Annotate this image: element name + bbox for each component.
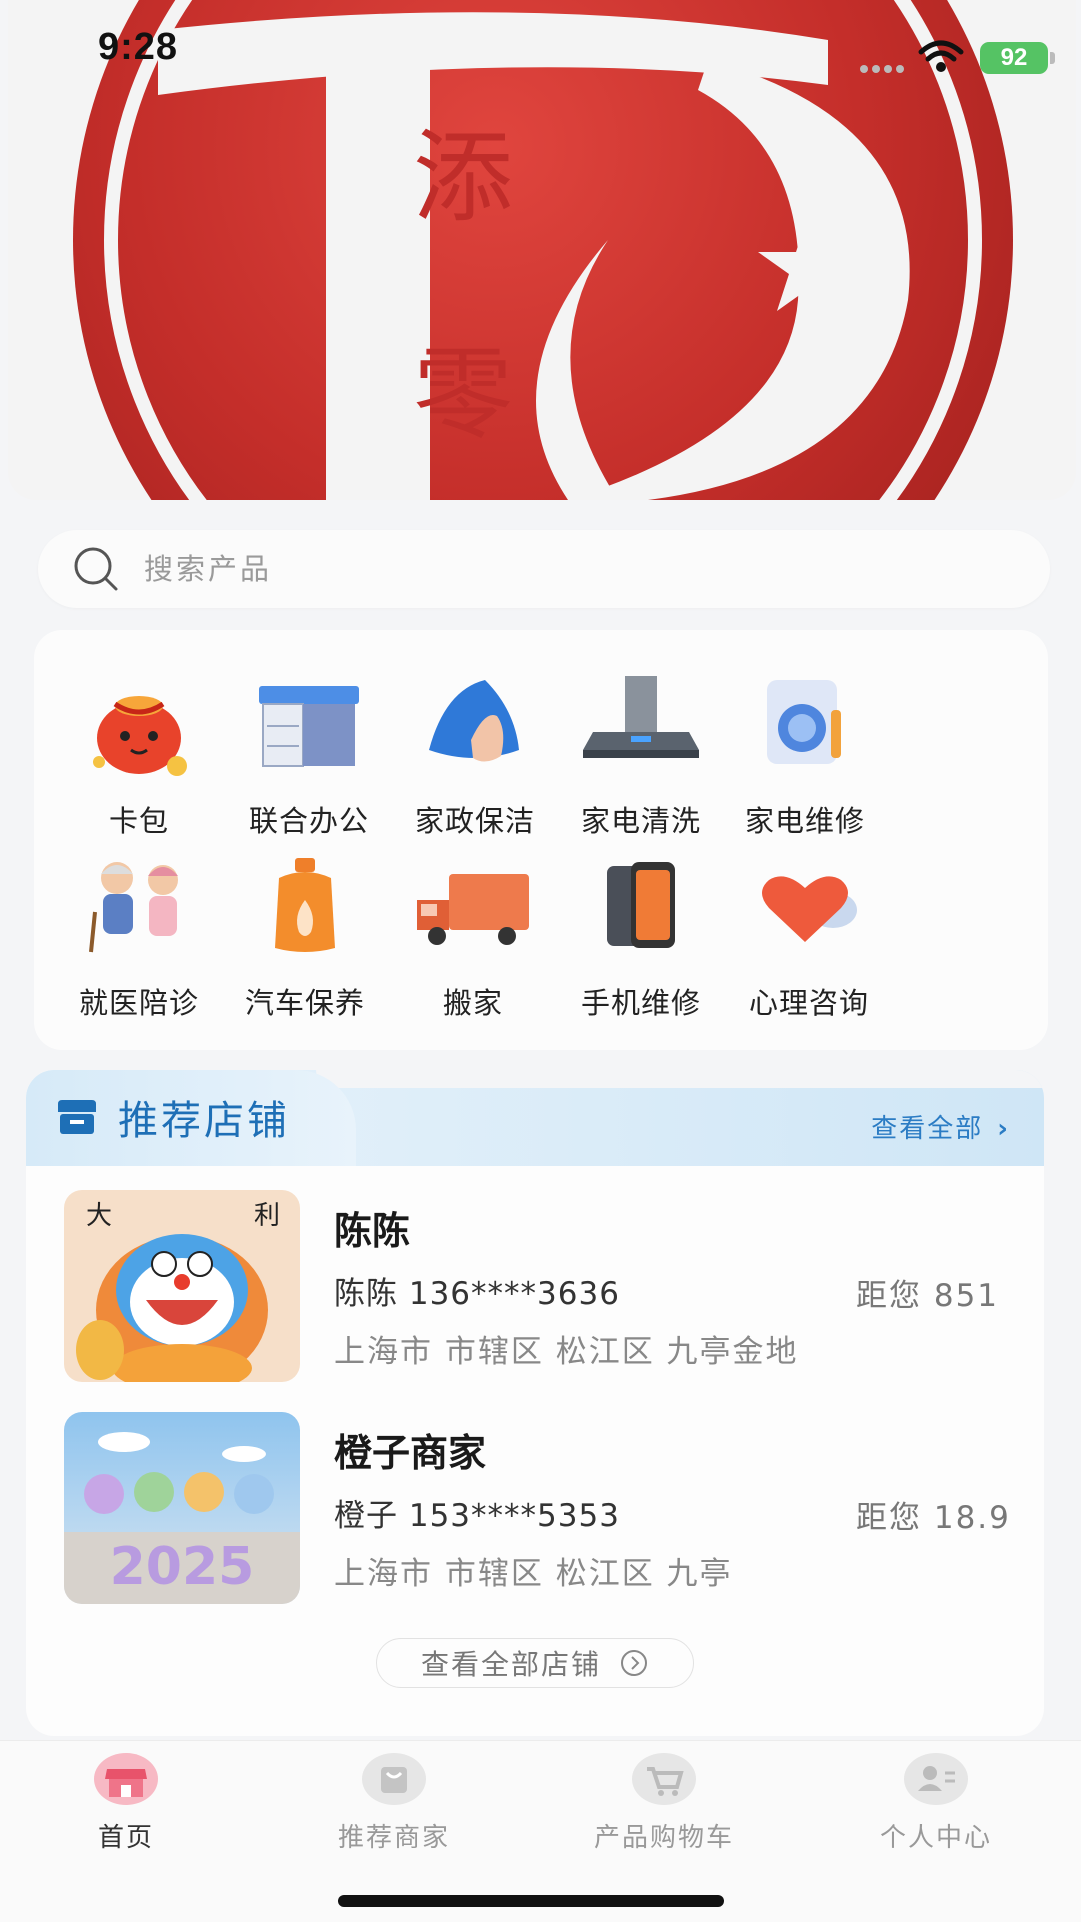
category-card-pack[interactable]: 卡包 <box>44 670 234 850</box>
car-care-bottle-icon <box>275 858 335 952</box>
category-card-appliance-cleaning[interactable]: 家电清洗 <box>546 670 736 850</box>
shop-home-icon <box>94 1753 158 1805</box>
category-card-medical-escort[interactable]: 就医陪诊 <box>44 852 234 1032</box>
battery-cap-icon <box>1050 52 1055 64</box>
tab-label: 推荐商家 <box>337 1823 450 1853</box>
cartoon-2025-image: 2025 <box>64 1412 300 1604</box>
shops-title: 推荐店铺 <box>118 1098 290 1144</box>
battery-indicator: 92 <box>980 42 1048 74</box>
chevron-right-icon: › <box>997 1114 1010 1144</box>
shop-list-item[interactable]: 大 利 陈陈 陈陈 136****3636 距您 851 上海市 市辖区 松江区… <box>26 1190 1044 1386</box>
office-desk-icon <box>259 686 359 767</box>
category-label: 搬家 <box>442 986 503 1020</box>
category-label: 心理咨询 <box>748 986 869 1020</box>
status-bar: 9:28 92 <box>0 0 1081 100</box>
shop-list-item[interactable]: 2025 橙子商家 橙子 153****5353 距您 18.9 上海市 市辖区… <box>26 1412 1044 1608</box>
category-label: 家电维修 <box>744 804 865 838</box>
store-icon <box>58 1100 96 1134</box>
cellular-signal-icon <box>860 58 920 73</box>
cartoon-tiger-cat-image: 大 利 <box>64 1190 300 1382</box>
tab-label: 产品购物车 <box>593 1823 734 1853</box>
category-card-counseling[interactable]: 心理咨询 <box>714 852 904 1032</box>
category-label: 联合办公 <box>248 804 369 838</box>
search-bar[interactable] <box>38 530 1050 608</box>
home-screen: 添 零 9:28 92 搜索产品 卡包 联合办公 家政保洁 家电清洗 家电维修 … <box>0 0 1081 1922</box>
category-card-appliance-repair[interactable]: 家电维修 <box>710 670 900 850</box>
washing-machine-repair-icon <box>767 680 841 764</box>
status-time: 9:28 <box>98 26 179 68</box>
category-panel: 卡包 联合办公 家政保洁 家电清洗 家电维修 就医陪诊 汽车保养 搬家 手机维修… <box>34 630 1048 1050</box>
wifi-icon <box>918 40 964 72</box>
shop-contact: 橙子 153****5353 <box>334 1498 620 1534</box>
shops-header: 推荐店铺 查看全部 › <box>26 1070 1044 1166</box>
shopping-bag-icon <box>362 1753 426 1805</box>
tab-label: 个人中心 <box>879 1823 992 1853</box>
shop-thumbnail: 大 利 <box>64 1190 300 1382</box>
shop-name: 橙子商家 <box>334 1431 487 1475</box>
category-label: 家政保洁 <box>414 804 535 838</box>
category-card-coworking[interactable]: 联合办公 <box>214 670 404 850</box>
recommended-shops-panel: 推荐店铺 查看全部 › 大 利 陈陈 陈陈 136****3636 距您 851… <box>26 1070 1044 1736</box>
view-all-shops-label: 查看全部店铺 <box>420 1648 601 1681</box>
cleaning-cloth-icon <box>429 680 519 762</box>
logo-char-1: 添 <box>413 119 513 236</box>
gift-bag-icon <box>93 696 187 776</box>
shop-thumbnail: 2025 <box>64 1412 300 1604</box>
shop-address: 上海市 市辖区 松江区 九亭金地 <box>334 1334 799 1370</box>
phone-repair-icon <box>607 862 675 948</box>
moving-truck-icon <box>417 874 529 945</box>
tab-label: 首页 <box>97 1823 154 1853</box>
heart-chat-icon <box>762 876 857 942</box>
tab-cart[interactable]: 产品购物车 <box>564 1751 764 1871</box>
category-label: 汽车保养 <box>244 986 365 1020</box>
view-all-link[interactable]: 查看全部 › <box>871 1108 1010 1145</box>
range-hood-icon <box>583 676 699 758</box>
home-indicator[interactable] <box>338 1895 724 1907</box>
user-card-icon <box>904 1753 968 1805</box>
tab-home[interactable]: 首页 <box>26 1751 226 1871</box>
tab-profile[interactable]: 个人中心 <box>836 1751 1036 1871</box>
category-label: 家电清洗 <box>580 804 701 838</box>
circle-chevron-right-icon <box>621 1650 647 1676</box>
shop-name: 陈陈 <box>334 1209 411 1253</box>
search-input[interactable] <box>144 552 944 586</box>
tab-recommended-merchants[interactable]: 推荐商家 <box>294 1751 494 1871</box>
shop-address: 上海市 市辖区 松江区 九亭 <box>334 1556 733 1592</box>
shop-distance: 距您 851 <box>856 1278 1000 1314</box>
thumb-year: 2025 <box>110 1537 255 1597</box>
shop-contact: 陈陈 136****3636 <box>334 1276 620 1312</box>
thumb-char-left: 大 <box>86 1201 112 1231</box>
category-label: 就医陪诊 <box>78 986 199 1020</box>
category-card-housekeeping[interactable]: 家政保洁 <box>380 670 570 850</box>
cart-icon <box>632 1753 696 1805</box>
logo-char-2: 零 <box>413 336 513 453</box>
search-icon <box>74 547 118 591</box>
view-all-label: 查看全部 <box>871 1114 984 1144</box>
shop-distance: 距您 18.9 <box>856 1500 1011 1536</box>
category-card-phone-repair[interactable]: 手机维修 <box>546 852 736 1032</box>
thumb-char-right: 利 <box>254 1201 280 1231</box>
category-card-car-care[interactable]: 汽车保养 <box>210 852 400 1032</box>
category-label: 卡包 <box>108 804 169 838</box>
elderly-nurse-icon <box>89 862 178 953</box>
category-card-moving[interactable]: 搬家 <box>378 852 568 1032</box>
view-all-shops-button[interactable]: 查看全部店铺 <box>376 1638 694 1688</box>
category-label: 手机维修 <box>580 986 701 1020</box>
